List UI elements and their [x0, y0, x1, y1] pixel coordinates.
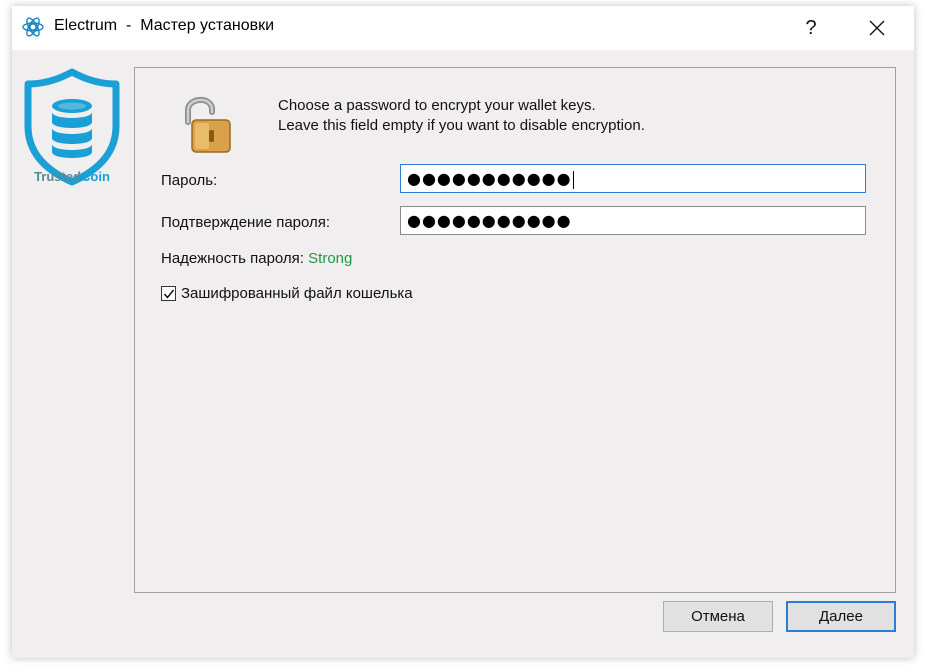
encrypt-file-option[interactable]: Зашифрованный файл кошелька	[161, 284, 413, 302]
strength-value: Strong	[308, 250, 353, 267]
intro-line-1: Choose a password to encrypt your wallet…	[278, 97, 596, 114]
password-strength: Надежность пароля: Strong	[161, 250, 352, 267]
content-panel	[134, 67, 896, 593]
title-bar[interactable]: Electrum - Мастер установки ?	[12, 6, 914, 50]
trustedcoin-logo-text: TrustedCoin	[34, 169, 110, 184]
strength-label: Надежность пароля:	[161, 250, 304, 267]
close-button[interactable]	[854, 6, 900, 50]
intro-text: Choose a password to encrypt your wallet…	[278, 96, 645, 136]
checkmark-icon	[163, 289, 175, 299]
password-label: Пароль:	[161, 172, 218, 189]
password-field[interactable]: ●●●●●●●●●●●	[400, 164, 866, 193]
window-title: Electrum - Мастер установки	[54, 17, 275, 34]
text-caret	[572, 170, 574, 189]
close-icon	[869, 20, 885, 36]
help-button[interactable]: ?	[788, 6, 834, 50]
confirm-password-field[interactable]: ●●●●●●●●●●●	[400, 206, 866, 235]
electrum-icon	[22, 17, 44, 37]
encrypt-file-label: Зашифрованный файл кошелька	[181, 284, 413, 302]
encrypt-file-checkbox[interactable]	[161, 285, 176, 301]
padlock-icon	[185, 97, 231, 153]
cancel-button[interactable]: Отмена	[663, 601, 773, 632]
confirm-password-label: Подтверждение пароля:	[161, 214, 331, 231]
next-button[interactable]: Далее	[786, 601, 896, 632]
intro-line-2: Leave this field empty if you want to di…	[278, 117, 645, 134]
password-value: ●●●●●●●●●●●	[407, 169, 572, 188]
confirm-password-value: ●●●●●●●●●●●	[407, 211, 572, 230]
